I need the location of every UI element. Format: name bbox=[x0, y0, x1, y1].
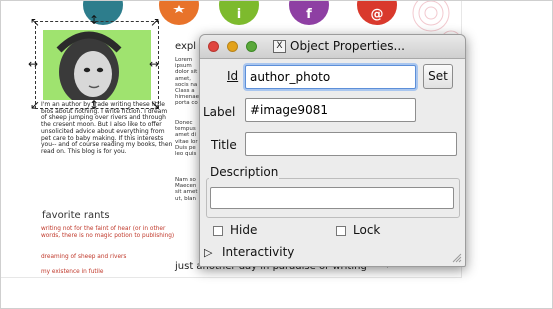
minimize-button[interactable] bbox=[227, 41, 238, 52]
label-label: Label bbox=[203, 105, 236, 119]
facebook-icon[interactable]: f bbox=[289, 1, 329, 25]
lock-checkbox[interactable] bbox=[336, 226, 346, 236]
rants-heading: favorite rants bbox=[42, 210, 110, 221]
post-snippet: Lorem ipsum dolor sit amet, socis na Cla… bbox=[175, 57, 201, 105]
dialog-titlebar[interactable]: X Object Properties... bbox=[200, 35, 465, 59]
resize-handle-e-icon[interactable]: ↔ bbox=[149, 58, 159, 70]
resize-handle-nw-icon[interactable]: ↖ bbox=[30, 16, 40, 28]
hide-label: Hide bbox=[230, 223, 258, 237]
set-button[interactable]: Set bbox=[423, 64, 453, 89]
id-label: Id bbox=[227, 69, 238, 83]
rant-link[interactable]: dreaming of sheep and rivers bbox=[41, 254, 176, 261]
id-field[interactable]: author_photo bbox=[245, 65, 416, 89]
star-icon[interactable] bbox=[159, 1, 199, 25]
description-label: Description bbox=[209, 165, 280, 179]
info-glyph: i bbox=[236, 7, 242, 22]
object-properties-dialog: X Object Properties... Id author_photo S… bbox=[199, 34, 466, 267]
rant-link[interactable]: writing not for the faint of hear (or in… bbox=[41, 226, 176, 239]
rant-link[interactable]: my existence in futile bbox=[41, 269, 176, 276]
info-icon[interactable]: i bbox=[219, 1, 259, 25]
resize-grip-icon[interactable] bbox=[452, 253, 462, 263]
facebook-glyph: f bbox=[306, 7, 312, 22]
star-glyph-icon bbox=[173, 5, 185, 13]
resize-handle-ne-icon[interactable]: ↗ bbox=[150, 16, 160, 28]
resize-handle-n-icon[interactable]: ↕ bbox=[89, 14, 99, 26]
hide-checkbox[interactable] bbox=[213, 226, 223, 236]
x11-app-icon: X bbox=[273, 40, 286, 53]
lock-label: Lock bbox=[353, 223, 381, 237]
dialog-title: Object Properties... bbox=[290, 39, 405, 53]
description-field[interactable] bbox=[210, 187, 454, 209]
resize-handle-sw-icon[interactable]: ↙ bbox=[30, 99, 40, 111]
title-field[interactable] bbox=[245, 132, 457, 156]
id-label-text: Id bbox=[227, 69, 239, 83]
interactivity-expander[interactable]: Interactivity bbox=[222, 245, 294, 259]
title-label: Title bbox=[211, 138, 237, 152]
label-field[interactable]: #image9081 bbox=[245, 98, 416, 122]
zoom-button[interactable] bbox=[246, 41, 257, 52]
post-snippet: Nam so Maecen sit amet ut, blan bbox=[175, 177, 198, 202]
author-bio: I'm an author by trade writing these lit… bbox=[41, 101, 173, 155]
resize-handle-w-icon[interactable]: ↔ bbox=[28, 58, 38, 70]
post-heading: expl bbox=[175, 41, 197, 52]
close-button[interactable] bbox=[208, 41, 219, 52]
post-snippet: Donec tempus amet di vitae lor Duis pe l… bbox=[175, 120, 198, 158]
app-window: i f @ ↖ ↕ ↗ ↔ ↔ ↙ ↕ ↘ I'm an author by t… bbox=[0, 0, 553, 309]
expander-triangle-icon[interactable]: ▷ bbox=[204, 246, 212, 259]
selection-box bbox=[35, 21, 159, 109]
